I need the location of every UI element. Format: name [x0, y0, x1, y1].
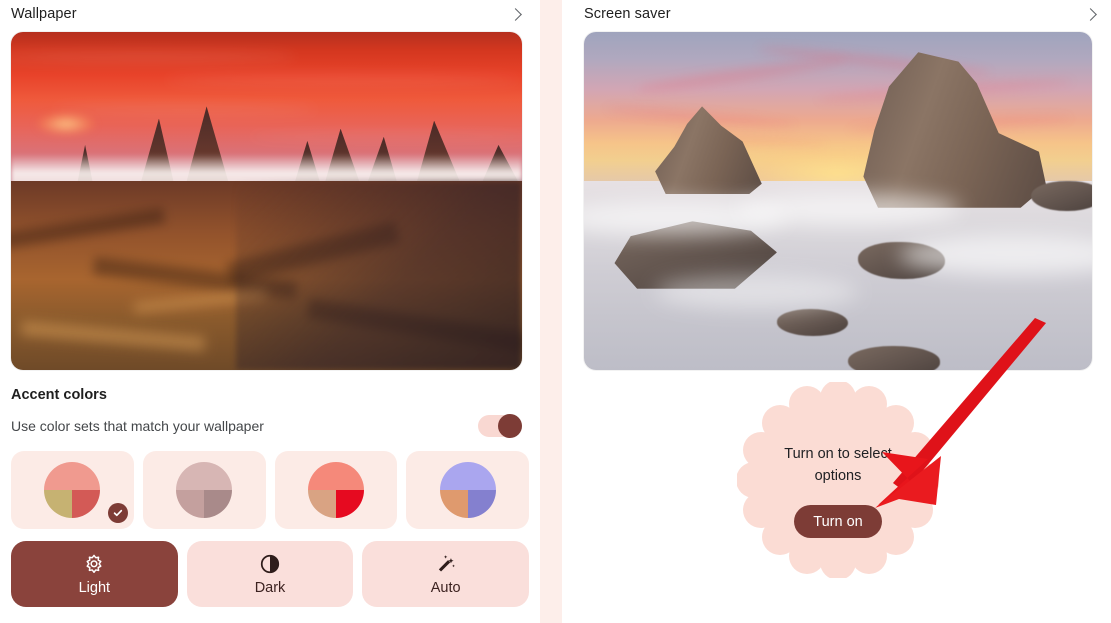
match-wallpaper-toggle[interactable] — [478, 414, 522, 438]
accent-swatch-row — [11, 451, 529, 529]
swatch-circle — [176, 462, 233, 518]
swatch-quadrant-top — [439, 462, 496, 490]
wallpaper-preview[interactable] — [11, 32, 522, 370]
screensaver-rock — [848, 346, 940, 370]
swatch-quadrant-bottom-left — [439, 490, 468, 518]
screensaver-mist — [655, 275, 859, 310]
screensaver-mist — [736, 194, 960, 225]
accent-toggle-row: Use color sets that match your wallpaper — [11, 414, 522, 438]
screensaver-rock — [1031, 180, 1092, 212]
check-circle-icon — [107, 503, 128, 523]
pane-divider — [540, 0, 562, 623]
theme-mode-light-button[interactable]: Light — [11, 541, 178, 607]
theme-mode-dark-button[interactable]: Dark — [186, 541, 354, 607]
magic-wand-icon — [435, 553, 457, 575]
accent-colors-heading: Accent colors — [11, 387, 107, 403]
swatch-quadrant-top — [176, 462, 233, 490]
theme-mode-label: Light — [78, 579, 111, 596]
swatch-circle — [44, 462, 101, 518]
screen-saver-image — [584, 32, 1092, 370]
accent-swatch-2[interactable] — [142, 451, 266, 529]
swatch-quadrant-top — [307, 462, 364, 490]
screensaver-rock — [777, 309, 849, 337]
sun-icon — [83, 553, 105, 575]
swatch-quadrant-bottom-left — [44, 490, 73, 518]
screen-saver-header-row[interactable]: Screen saver — [562, 0, 1111, 28]
swatch-quadrant-bottom-left — [307, 490, 336, 518]
toggle-knob — [498, 414, 522, 438]
turn-on-button[interactable]: Turn on — [794, 505, 882, 538]
wallpaper-title: Wallpaper — [11, 5, 77, 22]
wallpaper-cloud-streak — [164, 75, 522, 84]
settings-personalization-screen: Wallpaper Accent colors Use color sets t… — [0, 0, 1111, 623]
swatch-quadrant-top — [44, 462, 101, 490]
swatch-quadrant-bottom-right — [72, 490, 101, 518]
callout-message: Turn on to select options — [784, 446, 892, 484]
screen-saver-preview[interactable] — [584, 32, 1092, 370]
screen-saver-callout: Turn on to select options Turn on — [737, 382, 939, 578]
theme-mode-label: Dark — [254, 579, 286, 596]
wallpaper-image — [11, 32, 522, 370]
swatch-quadrant-bottom-right — [204, 490, 233, 518]
swatch-quadrant-bottom-right — [467, 490, 496, 518]
theme-mode-row: Light Dark Auto — [11, 541, 530, 607]
accent-swatch-3[interactable] — [274, 451, 398, 529]
accent-colors-subtitle: Use color sets that match your wallpaper — [11, 418, 264, 434]
swatch-circle — [439, 462, 496, 518]
wallpaper-pane: Wallpaper Accent colors Use color sets t… — [0, 0, 540, 623]
screen-saver-title: Screen saver — [584, 5, 671, 22]
wallpaper-header-row[interactable]: Wallpaper — [0, 0, 540, 28]
swatch-quadrant-bottom-left — [176, 490, 205, 518]
theme-mode-label: Auto — [430, 579, 461, 596]
wallpaper-shadow-region — [235, 180, 522, 370]
swatch-circle — [307, 462, 364, 518]
chevron-right-icon[interactable] — [1084, 8, 1097, 21]
chevron-right-icon[interactable] — [509, 8, 522, 21]
contrast-icon — [259, 553, 281, 575]
swatch-quadrant-bottom-right — [335, 490, 364, 518]
accent-swatch-4[interactable] — [406, 451, 529, 529]
accent-swatch-1[interactable] — [11, 451, 134, 529]
theme-mode-auto-button[interactable]: Auto — [362, 541, 530, 607]
